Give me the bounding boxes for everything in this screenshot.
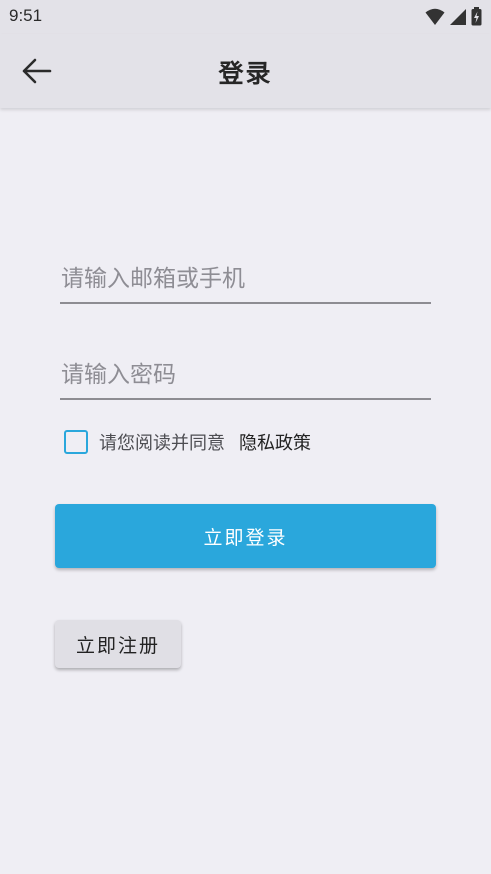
password-input[interactable] xyxy=(60,352,433,398)
password-field xyxy=(60,352,433,400)
status-icons xyxy=(425,7,482,26)
battery-icon xyxy=(471,7,482,26)
privacy-policy-link[interactable]: 隐私政策 xyxy=(239,429,311,455)
status-time: 9:51 xyxy=(9,6,43,25)
agree-text: 请您阅读并同意 xyxy=(99,433,225,454)
email-input[interactable] xyxy=(60,256,433,302)
signal-icon xyxy=(450,8,466,25)
agree-checkbox[interactable] xyxy=(64,430,88,454)
login-button[interactable]: 立即登录 xyxy=(55,504,436,568)
status-bar: 9:51 xyxy=(0,0,491,34)
page-title: 登录 xyxy=(218,59,273,88)
agreement-row: 请您阅读并同意 隐私政策 xyxy=(64,428,311,456)
email-field xyxy=(60,256,433,304)
register-button[interactable]: 立即注册 xyxy=(55,620,181,668)
wifi-icon xyxy=(425,8,445,25)
app-bar: 登录 xyxy=(0,34,491,108)
